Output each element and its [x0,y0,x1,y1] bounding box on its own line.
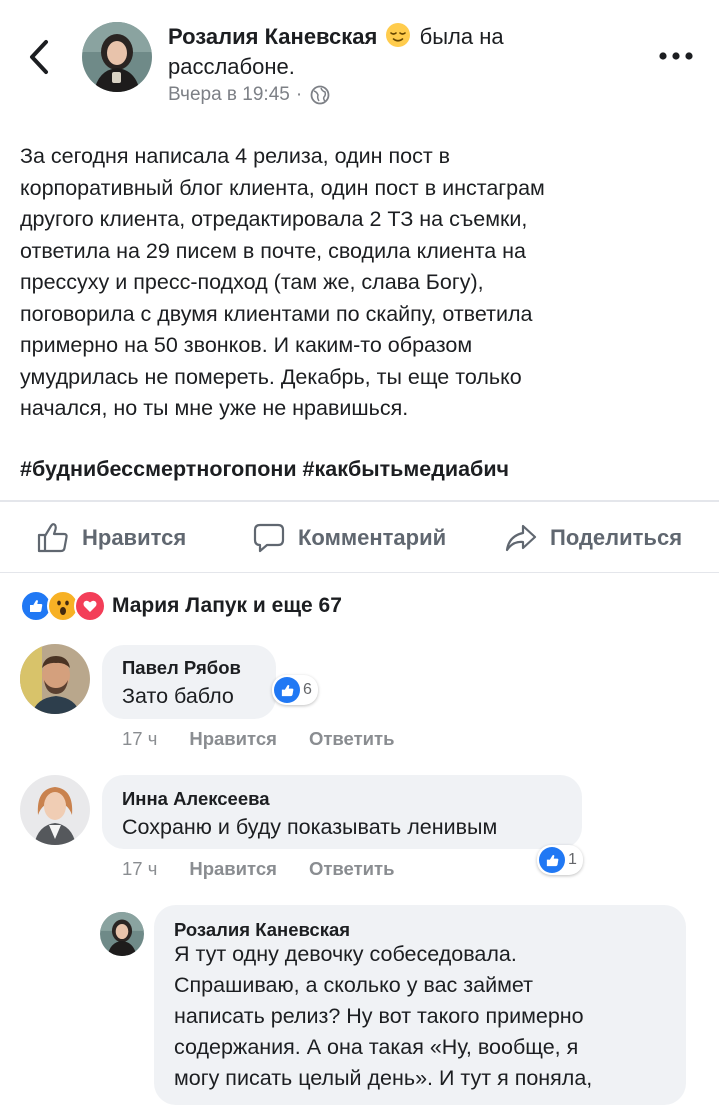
meta-separator: · [295,84,303,105]
post-author-name[interactable]: Розалия Каневская [168,24,377,49]
comment-reply-button[interactable]: Ответить [309,858,395,880]
divider [0,500,719,502]
post-header-text: Розалия Каневская была на расслабоне. [168,22,608,82]
share-action-button[interactable]: Поделиться [504,516,682,560]
comment-author[interactable]: Инна Алексеева [122,788,270,810]
globe-icon [310,85,330,105]
back-button[interactable] [26,38,56,76]
comment-bubble: Инна Алексеева Сохраню и буду показывать… [102,775,582,849]
reactions-summary-text: Мария Лапук и еще 67 [112,594,342,617]
reactions-summary[interactable]: Мария Лапук и еще 67 [20,590,342,622]
comment-action-label: Комментарий [298,525,447,550]
like-action-button[interactable]: Нравится [36,516,186,560]
share-arrow-icon [505,524,537,552]
commenter-avatar[interactable] [20,644,90,714]
comment-text: Сохраню и буду показывать ленивым [122,815,498,839]
comment-like-count[interactable]: 6 [272,675,318,705]
thumbs-up-outline-icon [37,523,68,553]
comment-like-count-text: 1 [568,851,577,868]
comment-action-button[interactable]: Комментарий [252,516,446,560]
like-reaction-icon [274,677,300,703]
comment-bubble: Павел Рябов Зато бабло [102,645,276,719]
comment-text: Зато бабло [122,684,234,708]
comment-time: 17 ч [122,728,158,749]
comment-like-button[interactable]: Нравится [189,858,277,880]
comment-meta: 17 ч Нравится Ответить [122,858,394,880]
divider [0,572,719,573]
more-options-button[interactable] [656,48,696,64]
reply-bubble: Розалия Каневская Я тут одну девочку соб… [154,905,686,1105]
love-reaction-icon [74,590,106,622]
comment-like-count-text: 6 [303,681,312,698]
post-meta: Вчера в 19:45 · [168,84,330,106]
chevron-left-icon [30,40,48,74]
share-action-label: Поделиться [550,525,683,550]
post-author-avatar[interactable] [82,22,152,92]
comment-bubble-icon [253,523,285,553]
like-action-label: Нравится [82,525,187,550]
post-body-text: За сегодня написала 4 релиза, один пост … [20,144,545,420]
comment-time: 17 ч [122,858,158,879]
commenter-avatar[interactable] [20,775,90,845]
comment-author[interactable]: Павел Рябов [122,657,241,679]
comment-like-count[interactable]: 1 [537,845,583,875]
like-reaction-icon [539,847,565,873]
reply-text: Я тут одну девочку собеседовала. Спрашив… [174,942,593,1090]
more-dots-icon [659,52,693,60]
post-hashtags[interactable]: #буднибессмертногопони #какбытьмедиабич [20,453,509,485]
comment-meta: 17 ч Нравится Ответить [122,728,394,750]
comment-like-button[interactable]: Нравится [189,728,277,750]
post-timestamp[interactable]: Вчера в 19:45 [168,84,290,106]
comment-reply-button[interactable]: Ответить [309,728,395,750]
relieved-face-emoji-icon [386,23,411,47]
reply-author-avatar[interactable] [100,912,144,956]
reply-author[interactable]: Розалия Каневская [174,919,350,941]
